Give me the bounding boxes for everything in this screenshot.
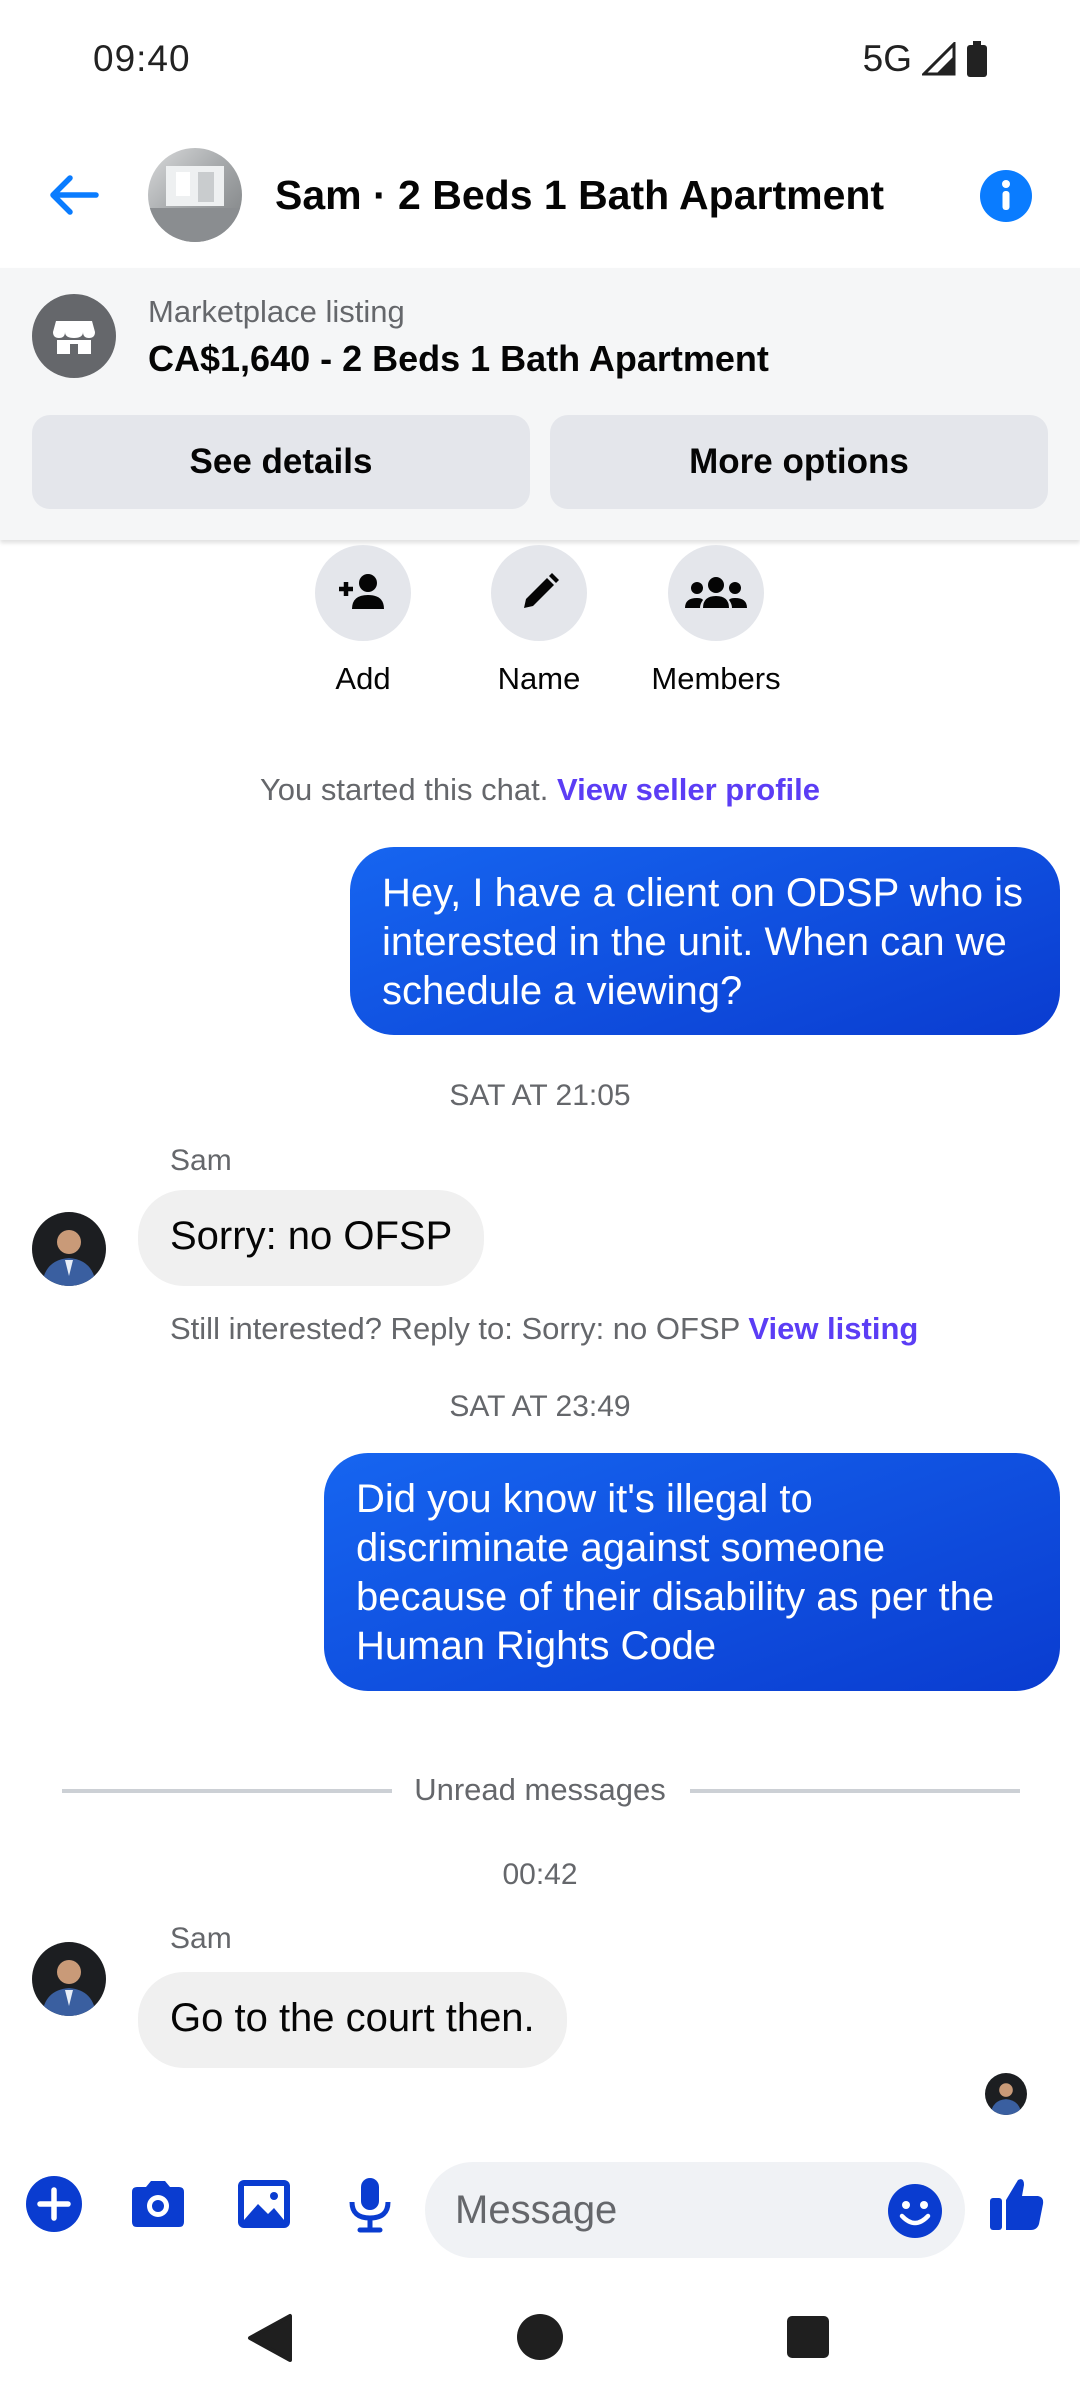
chat-started-notice: You started this chat. View seller profi…	[0, 772, 1080, 808]
outgoing-message[interactable]: Did you know it's illegal to discriminat…	[324, 1453, 1060, 1691]
status-time: 09:40	[93, 38, 191, 79]
status-indicators: 5G	[863, 38, 988, 80]
pencil-icon[interactable]	[491, 545, 587, 641]
chat-started-text: You started this chat.	[259, 772, 549, 807]
see-details-button[interactable]: See details	[32, 415, 530, 509]
microphone-icon[interactable]	[338, 2172, 402, 2236]
sender-avatar[interactable]	[32, 1942, 106, 2016]
reply-prompt: Still interested? Reply to: Sorry: no OF…	[170, 1311, 918, 1347]
timestamp: 00:42	[502, 1858, 578, 1891]
store-icon	[32, 294, 116, 378]
name-action[interactable]: Name	[469, 545, 609, 697]
sender-name: Sam	[170, 1922, 232, 1955]
incoming-message[interactable]: Go to the court then.	[138, 1972, 567, 2068]
nav-back-icon[interactable]	[244, 2312, 294, 2364]
camera-icon[interactable]	[126, 2172, 190, 2236]
signal-icon	[922, 42, 956, 76]
nav-recents-icon[interactable]	[787, 2316, 829, 2358]
read-receipt-avatar	[985, 2073, 1027, 2115]
nav-home-icon[interactable]	[517, 2314, 563, 2360]
info-icon[interactable]	[980, 170, 1032, 222]
name-label: Name	[497, 661, 581, 696]
outgoing-message[interactable]: Hey, I have a client on ODSP who is inte…	[350, 847, 1060, 1035]
reply-prompt-text: Still interested? Reply to: Sorry: no OF…	[170, 1311, 740, 1346]
network-label: 5G	[862, 38, 912, 79]
add-action[interactable]: Add	[293, 545, 433, 697]
sender-name: Sam	[170, 1144, 232, 1177]
plus-icon[interactable]	[22, 2172, 86, 2236]
timestamp: SAT AT 23:49	[449, 1390, 631, 1423]
timestamp: SAT AT 21:05	[449, 1079, 631, 1112]
room-photo-icon	[148, 166, 242, 242]
members-label: Members	[651, 661, 781, 696]
thumbs-up-icon[interactable]	[986, 2172, 1048, 2234]
unread-messages-label: Unread messages	[414, 1772, 666, 1807]
members-action[interactable]: Members	[646, 545, 786, 697]
sender-avatar[interactable]	[32, 1212, 106, 1286]
members-icon[interactable]	[668, 545, 764, 641]
incoming-message[interactable]: Sorry: no OFSP	[138, 1190, 485, 1286]
add-person-icon[interactable]	[315, 545, 411, 641]
battery-icon	[967, 41, 987, 77]
emoji-icon[interactable]	[886, 2182, 944, 2240]
view-listing-link[interactable]: View listing	[748, 1311, 918, 1346]
message-input[interactable]	[425, 2162, 965, 2258]
listing-thumbnail[interactable]	[148, 148, 242, 242]
gallery-icon[interactable]	[232, 2172, 296, 2236]
more-options-button[interactable]: More options	[550, 415, 1048, 509]
view-seller-profile-link[interactable]: View seller profile	[557, 772, 820, 807]
listing-title: CA$1,640 - 2 Beds 1 Bath Apartment	[148, 338, 769, 379]
conversation-title: Sam · 2 Beds 1 Bath Apartment	[275, 172, 885, 218]
add-label: Add	[335, 661, 391, 696]
back-arrow-icon[interactable]	[44, 165, 104, 225]
listing-label: Marketplace listing	[148, 294, 405, 329]
